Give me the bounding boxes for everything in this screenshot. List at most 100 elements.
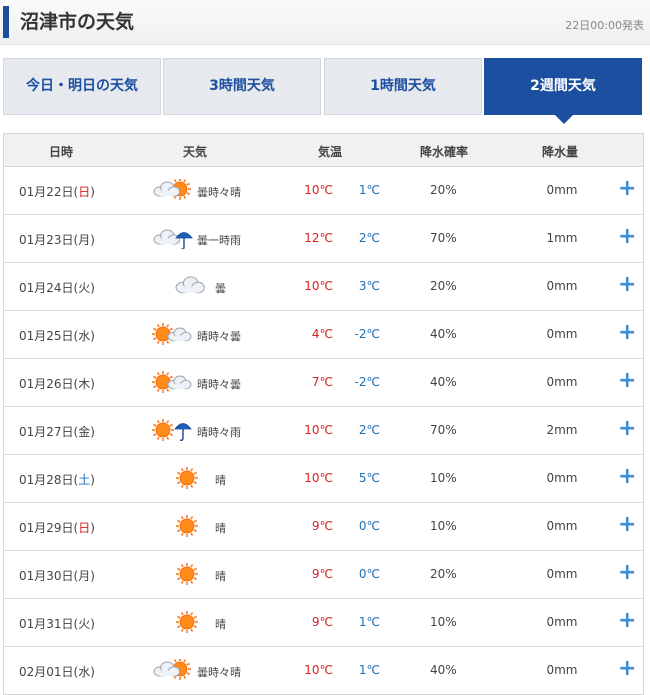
row-high-temp: 10℃ xyxy=(304,183,333,197)
table-row: 01月24日(火) 曇 10℃ 3℃ 20% 0mm + xyxy=(4,263,643,311)
expand-button[interactable]: + xyxy=(618,274,636,296)
table-row: 01月26日(木) 晴時々曇 7℃ -2℃ 40% 0mm + xyxy=(4,359,643,407)
row-date-suffix: ) xyxy=(90,329,95,343)
row-low-temp: 3℃ xyxy=(358,279,380,293)
row-precip-amount: 0mm xyxy=(546,471,578,485)
expand-button[interactable]: + xyxy=(618,322,636,344)
expand-button[interactable]: + xyxy=(618,562,636,584)
expand-button[interactable]: + xyxy=(618,418,636,440)
row-date-suffix: ) xyxy=(90,569,95,583)
col-pop: 降水確率 xyxy=(420,145,469,159)
row-precip-chance: 40% xyxy=(430,375,457,389)
row-weather: 晴 xyxy=(215,474,226,487)
tab-2week[interactable]: 2週間天気 xyxy=(484,58,642,124)
row-date: 01月30日(月) xyxy=(19,567,95,584)
row-precip-chance: 10% xyxy=(430,471,457,485)
cloudy-icon xyxy=(175,276,205,294)
row-precip-amount: 0mm xyxy=(546,567,578,581)
row-date-suffix: ) xyxy=(90,233,95,247)
forecast-table: 日時 天気 気温 降水確率 降水量 01月22日(日) 曇時々晴 10℃ 1℃ 20% 0… xyxy=(3,133,644,695)
row-weather: 曇時々晴 xyxy=(197,666,241,679)
tab-today-tomorrow[interactable]: 今日・明日の天気 xyxy=(3,58,161,115)
row-date: 01月29日(日) xyxy=(19,519,95,536)
row-day-of-week: 木 xyxy=(78,377,91,391)
row-date-prefix: 01月30日( xyxy=(19,569,79,583)
expand-button[interactable]: + xyxy=(618,514,636,536)
expand-button[interactable]: + xyxy=(618,658,636,680)
table-row: 01月23日(月) 曇一時雨 12℃ 2℃ 70% 1mm + xyxy=(4,215,643,263)
row-day-of-week: 日 xyxy=(78,185,91,199)
row-high-temp: 10℃ xyxy=(304,663,333,677)
row-date-suffix: ) xyxy=(90,521,95,535)
expand-button[interactable]: + xyxy=(618,178,636,200)
table-row: 01月25日(水) 晴時々曇 4℃ -2℃ 40% 0mm + xyxy=(4,311,643,359)
row-low-temp: -2℃ xyxy=(354,375,380,389)
sunny-then-cloudy-icon xyxy=(152,323,192,345)
expand-button[interactable]: + xyxy=(618,226,636,248)
row-day-of-week: 土 xyxy=(78,473,91,487)
row-precip-chance: 70% xyxy=(430,423,457,437)
expand-button[interactable]: + xyxy=(618,370,636,392)
table-row: 01月29日(日) 晴 9℃ 0℃ 10% 0mm + xyxy=(4,503,643,551)
row-date-prefix: 01月22日( xyxy=(19,185,79,199)
col-date: 日時 xyxy=(49,145,74,159)
row-high-temp: 12℃ xyxy=(304,231,333,245)
row-date: 02月01日(水) xyxy=(19,663,95,680)
row-date-suffix: ) xyxy=(90,377,95,391)
row-precip-chance: 10% xyxy=(430,615,457,629)
sunny-icon xyxy=(176,563,198,585)
expand-button[interactable]: + xyxy=(618,466,636,488)
table-row: 01月22日(日) 曇時々晴 10℃ 1℃ 20% 0mm + xyxy=(4,167,643,215)
row-date: 01月25日(水) xyxy=(19,327,95,344)
tab-1hour[interactable]: 1時間天気 xyxy=(324,58,482,115)
row-precip-amount: 1mm xyxy=(546,231,578,245)
page-header: 沼津市の天気 22日00:00発表 xyxy=(0,0,650,45)
row-date: 01月22日(日) xyxy=(19,183,95,200)
row-date-prefix: 01月28日( xyxy=(19,473,79,487)
row-date: 01月28日(土) xyxy=(19,471,95,488)
row-day-of-week: 火 xyxy=(78,617,91,631)
title-accent-bar xyxy=(3,6,9,38)
row-date-prefix: 01月25日( xyxy=(19,329,79,343)
row-precip-chance: 20% xyxy=(430,183,457,197)
row-precip-amount: 0mm xyxy=(546,279,578,293)
row-date-prefix: 01月23日( xyxy=(19,233,79,247)
expand-button[interactable]: + xyxy=(618,610,636,632)
row-precip-chance: 40% xyxy=(430,327,457,341)
row-date-suffix: ) xyxy=(90,473,95,487)
row-high-temp: 9℃ xyxy=(311,615,333,629)
row-date-prefix: 01月26日( xyxy=(19,377,79,391)
row-weather: 晴時々曇 xyxy=(197,330,241,343)
row-weather: 曇一時雨 xyxy=(197,234,241,247)
col-weather: 天気 xyxy=(183,145,208,159)
published-time: 22日00:00発表 xyxy=(565,19,644,32)
col-amount: 降水量 xyxy=(542,145,579,159)
row-day-of-week: 水 xyxy=(78,329,91,343)
cloudy-then-sunny-icon xyxy=(153,179,191,200)
row-date: 01月23日(月) xyxy=(19,231,95,248)
row-low-temp: 5℃ xyxy=(358,471,380,485)
tab-3hour[interactable]: 3時間天気 xyxy=(163,58,321,115)
row-low-temp: 0℃ xyxy=(358,567,380,581)
sunny-then-cloudy-icon xyxy=(152,371,192,393)
row-date-suffix: ) xyxy=(90,281,95,295)
row-high-temp: 10℃ xyxy=(304,279,333,293)
row-low-temp: 2℃ xyxy=(358,423,380,437)
row-precip-chance: 20% xyxy=(430,279,457,293)
active-tab-arrow xyxy=(554,114,574,124)
table-row: 01月31日(火) 晴 9℃ 1℃ 10% 0mm + xyxy=(4,599,643,647)
sunny-then-rain-icon xyxy=(152,419,192,441)
sunny-icon xyxy=(176,515,198,537)
row-day-of-week: 日 xyxy=(78,521,91,535)
row-precip-chance: 20% xyxy=(430,567,457,581)
row-precip-amount: 0mm xyxy=(546,663,578,677)
forecast-tabs: 今日・明日の天気 3時間天気 1時間天気 2週間天気 xyxy=(3,58,644,124)
row-weather: 晴 xyxy=(215,570,226,583)
table-row: 01月27日(金) 晴時々雨 10℃ 2℃ 70% 2mm + xyxy=(4,407,643,455)
row-date: 01月24日(火) xyxy=(19,279,95,296)
row-weather: 曇時々晴 xyxy=(197,186,241,199)
row-precip-amount: 0mm xyxy=(546,183,578,197)
row-day-of-week: 金 xyxy=(78,425,91,439)
row-precip-amount: 0mm xyxy=(546,615,578,629)
row-high-temp: 7℃ xyxy=(311,375,333,389)
